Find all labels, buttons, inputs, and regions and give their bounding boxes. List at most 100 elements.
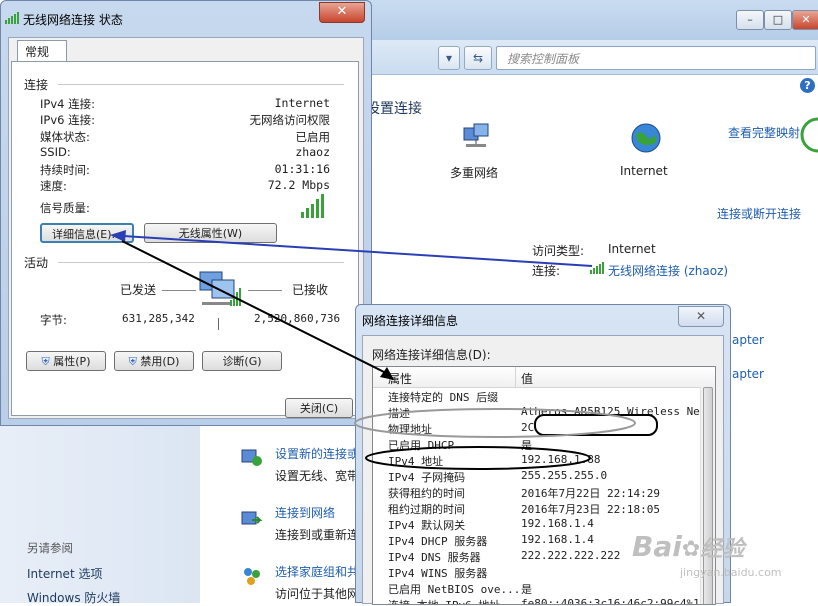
homegroup-icon	[240, 564, 264, 591]
divider	[218, 318, 219, 330]
access-type-value: Internet	[608, 242, 656, 256]
dropdown-icon[interactable]: ▾	[438, 46, 460, 70]
wireless-connection-link[interactable]: 无线网络连接 (zhaoz)	[608, 262, 728, 279]
value-cell: 255.255.255.0	[521, 469, 608, 482]
details-close-icon[interactable]: ✕	[678, 306, 724, 327]
value-cell: 192.168.1.88	[521, 453, 601, 466]
search-input[interactable]: 搜索控制面板	[496, 46, 816, 70]
value-cell: 是	[521, 439, 532, 452]
sent-label: 已发送	[120, 283, 157, 297]
activity-group-title: 活动	[24, 256, 49, 270]
internet-globe-icon	[631, 123, 661, 153]
homegroup-link[interactable]: 选择家庭组和共	[275, 563, 359, 580]
table-row[interactable]: 连接-本地 IPv6 地址 fe80::4036:3c16:46c2:99c4%1…	[373, 597, 706, 604]
signal-quality-label: 信号质量:	[40, 201, 90, 215]
ipv4-value: Internet	[274, 96, 330, 110]
network-activity-icon	[199, 271, 241, 306]
connect-network-link[interactable]: 连接到网络	[275, 504, 335, 521]
property-cell: 已启用 DHCP	[388, 439, 455, 452]
paw-icon: ✿	[681, 537, 701, 562]
homegroup-desc: 访问位于其他网	[275, 587, 360, 601]
minimize-button[interactable]: –	[736, 10, 764, 30]
connection-group-title: 连接	[24, 78, 49, 92]
adapter-link-1[interactable]: apter	[732, 333, 764, 347]
window-close-button[interactable]: ✕	[792, 10, 818, 30]
shield-icon: ⛨	[128, 355, 141, 368]
properties-button[interactable]: ⛨ 属性(P)	[26, 351, 106, 371]
disable-button-label: 禁用(D)	[140, 355, 180, 368]
search-placeholder: 搜索控制面板	[507, 52, 580, 66]
status-close-icon[interactable]: ✕	[319, 2, 365, 23]
column-header-property[interactable]: 属性	[388, 370, 412, 387]
ipv4-label: IPv4 连接:	[40, 97, 95, 111]
received-label: 已接收	[292, 283, 329, 297]
tab-general[interactable]: 常规	[17, 40, 67, 62]
setup-connection-desc: 设置无线、宽带	[275, 469, 360, 483]
diagnose-button[interactable]: 诊断(G)	[202, 351, 282, 371]
bytes-label: 字节:	[40, 313, 67, 327]
table-row[interactable]: IPv4 子网掩码 255.255.255.0	[373, 469, 703, 485]
table-row[interactable]: IPv4 WINS 服务器	[373, 565, 703, 581]
setup-connection-icon	[240, 444, 264, 471]
speed-label: 速度:	[40, 179, 67, 193]
table-row[interactable]: 租约过期的时间 2016年7月23日 22:18:05	[373, 501, 703, 517]
divider	[162, 290, 196, 291]
details-listview[interactable]: 属性 值 连接特定的 DNS 后缀 描述 Atheros AR5B125 Wirel…	[372, 366, 716, 605]
value-cell: 2016年7月22日 22:14:29	[521, 487, 660, 500]
property-cell: IPv4 地址	[388, 455, 444, 468]
divider	[515, 367, 516, 387]
property-cell: IPv4 WINS 服务器	[388, 567, 488, 580]
property-cell: 连接-本地 IPv6 地址	[388, 597, 500, 604]
table-row[interactable]: IPv4 地址 192.168.1.88	[373, 453, 703, 469]
wireless-signal-icon	[5, 12, 19, 24]
connection-info: IPv4 连接: Internet IPv6 连接: 无网络访问权限 媒体状态:…	[12, 96, 330, 196]
task-list: 设置新的连接或 设置无线、宽带 连接到网络 连接到或重新连 选择家庭组和共 访问…	[200, 426, 360, 603]
properties-button-label: 属性(P)	[53, 355, 91, 368]
divider	[58, 262, 344, 263]
bytes-sent-value: 631,285,342	[122, 312, 195, 325]
status-dialog-title: 无线网络连接 状态	[23, 13, 123, 27]
property-cell: 租约过期的时间	[388, 503, 465, 516]
watermark-url: jingyan.baidu.com	[680, 566, 782, 579]
table-row[interactable]: 已启用 DHCP 是	[373, 437, 703, 453]
media-value: 已启用	[295, 130, 331, 144]
property-cell: 已启用 NetBIOS ove...	[388, 583, 521, 596]
watermark-suffix: 经验	[700, 537, 745, 562]
details-button[interactable]: 详细信息(E)...	[40, 223, 134, 243]
property-cell: 物理地址	[388, 423, 432, 436]
close-button[interactable]: 关闭(C)	[285, 398, 353, 418]
table-row[interactable]: 获得租约的时间 2016年7月22日 22:14:29	[373, 485, 703, 501]
signal-bars-icon	[301, 194, 329, 218]
column-header-value[interactable]: 值	[521, 370, 533, 387]
watermark-logo: Bai✿经验	[632, 530, 744, 563]
bytes-received-value: 2,520,860,736	[254, 312, 341, 325]
details-list-label: 网络连接详细信息(D):	[372, 348, 491, 362]
setup-connection-link[interactable]: 设置新的连接或	[275, 445, 359, 462]
refresh-icon[interactable]: ⇆	[464, 46, 492, 70]
divider	[248, 290, 282, 291]
connect-network-icon	[240, 506, 264, 533]
sidebar: 另请参阅 Internet 选项 Windows 防火墙	[0, 426, 200, 606]
property-cell: 获得租约的时间	[388, 487, 465, 500]
connect-disconnect-link[interactable]: 连接或断开连接	[717, 205, 801, 222]
help-icon[interactable]: ?	[800, 78, 815, 93]
status-dialog-body: 常规 连接 IPv4 连接: Internet IPv6 连接: 无网络访问权限…	[8, 37, 364, 419]
property-cell: IPv4 DHCP 服务器	[388, 535, 488, 548]
internet-label: Internet	[620, 164, 668, 178]
wireless-properties-button[interactable]: 无线属性(W)	[144, 223, 277, 243]
ssid-value: zhaoz	[295, 145, 330, 159]
disable-button[interactable]: ⛨ 禁用(D)	[114, 351, 194, 371]
sidebar-item-firewall[interactable]: Windows 防火墙	[27, 589, 120, 606]
partial-circle-icon	[800, 117, 818, 153]
details-dialog-body: 网络连接详细信息(D): 属性 值 连接特定的 DNS 后缀 描述 Atheros …	[362, 335, 724, 605]
media-label: 媒体状态:	[40, 130, 90, 144]
view-full-map-link[interactable]: 查看完整映射	[728, 124, 800, 141]
adapter-link-2[interactable]: apter	[732, 367, 764, 381]
address-bar: ▾ ⇆ 搜索控制面板	[360, 40, 818, 75]
table-row[interactable]: 连接特定的 DNS 后缀	[373, 389, 703, 405]
maximize-button[interactable]: □	[764, 10, 792, 30]
ipv6-value: 无网络访问权限	[249, 113, 331, 127]
access-type-label: 访问类型:	[532, 244, 585, 258]
sidebar-item-internet-options[interactable]: Internet 选项	[27, 565, 102, 582]
table-row[interactable]: 已启用 NetBIOS ove... 是	[373, 581, 703, 597]
